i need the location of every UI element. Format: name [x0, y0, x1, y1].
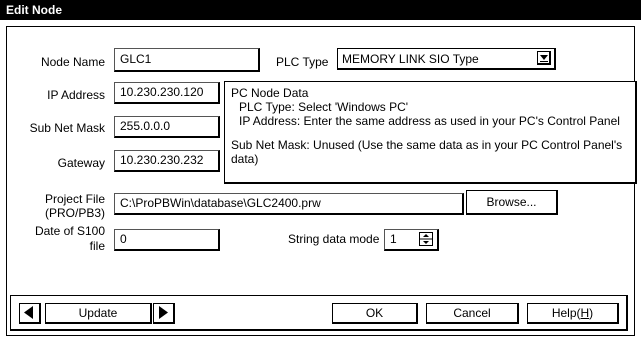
dropdown-arrow-icon[interactable]	[537, 51, 551, 65]
plc-type-value: MEMORY LINK SIO Type	[342, 52, 479, 66]
string-data-mode-label: String data mode	[288, 232, 380, 246]
window-title: Edit Node	[0, 0, 641, 20]
tooltip-line-plc-type: PLC Type: Select 'Windows PC'	[239, 100, 409, 114]
cancel-button[interactable]: Cancel	[426, 303, 519, 324]
node-name-label: Node Name	[40, 55, 105, 69]
tooltip-title: PC Node Data	[231, 86, 309, 100]
left-triangle-icon	[24, 306, 33, 319]
plc-type-select[interactable]: MEMORY LINK SIO Type	[337, 48, 556, 70]
update-button[interactable]: Update	[45, 303, 152, 324]
plc-type-label: PLC Type	[276, 55, 329, 69]
tooltip-line-data: data)	[231, 152, 259, 166]
node-name-input[interactable]: GLC1	[114, 48, 260, 72]
previous-node-button[interactable]	[19, 303, 41, 324]
gateway-input[interactable]: 10.230.230.232	[114, 150, 220, 172]
ok-button[interactable]: OK	[332, 303, 418, 324]
ip-address-label: IP Address	[47, 88, 105, 102]
tooltip-line-subnet: Sub Net Mask: Unused (Use the same data …	[231, 138, 623, 152]
subnet-mask-input[interactable]: 255.0.0.0	[114, 116, 220, 138]
help-label-suffix: )	[589, 306, 594, 320]
string-data-mode-value: 1	[390, 232, 397, 246]
help-label-accelerator: H	[580, 306, 590, 320]
help-label-prefix: Help(	[551, 306, 581, 320]
next-node-button[interactable]	[153, 303, 175, 324]
tooltip-line-ip: IP Address: Enter the same address as us…	[239, 114, 620, 128]
help-button[interactable]: Help(H)	[527, 303, 619, 324]
date-s100-label-line2: file	[89, 239, 105, 253]
date-s100-input[interactable]: 0	[114, 229, 220, 251]
right-triangle-icon	[159, 306, 168, 319]
project-file-input[interactable]: C:\ProPBWin\database\GLC2400.prw	[114, 193, 464, 215]
pc-node-info-tooltip: PC Node Data PLC Type: Select 'Windows P…	[224, 81, 637, 184]
tooltip-spacer	[231, 128, 629, 138]
project-file-label-line2: (PRO/PB3)	[44, 206, 105, 220]
date-s100-label-line1: Date of S100	[34, 224, 105, 238]
edit-node-dialog: Edit Node Node Name GLC1 PLC Type MEMORY…	[0, 0, 641, 343]
browse-button[interactable]: Browse...	[466, 190, 558, 215]
spinner-icon[interactable]	[418, 231, 434, 247]
subnet-mask-label: Sub Net Mask	[29, 121, 105, 135]
gateway-label: Gateway	[57, 156, 105, 170]
ip-address-input[interactable]: 10.230.230.120	[114, 82, 220, 104]
project-file-label-line1: Project File	[44, 192, 105, 206]
